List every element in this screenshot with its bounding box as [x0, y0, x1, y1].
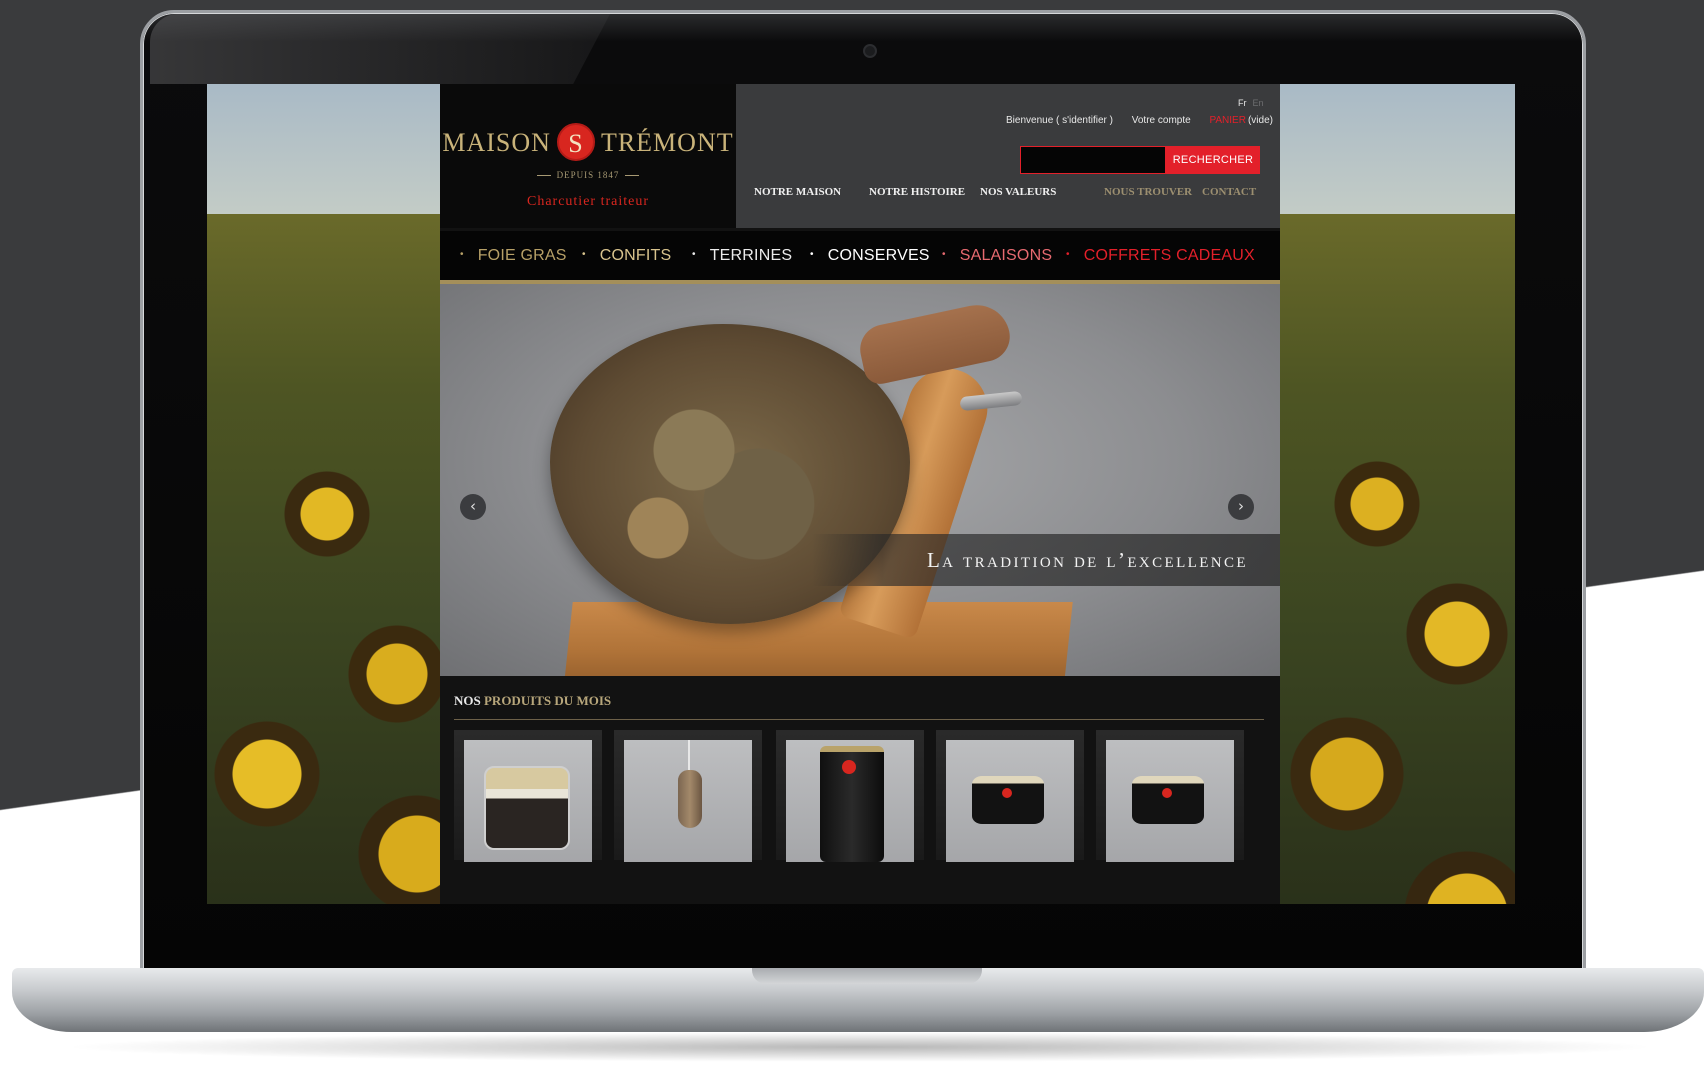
nav-contact[interactable]: CONTACT [1202, 186, 1256, 198]
account-link[interactable]: Votre compte [1132, 115, 1191, 126]
nav-notre-histoire[interactable]: NOTRE HISTOIRE [869, 186, 965, 198]
category-foie-gras[interactable]: • FOIE GRAS [460, 247, 567, 265]
logo-name-part1: MAISON [442, 127, 551, 157]
nav-nous-trouver[interactable]: NOUS TROUVER [1104, 186, 1192, 198]
main-nav: NOTRE MAISON NOTRE HISTOIRE NOS VALEURS … [754, 186, 1264, 206]
category-confits[interactable]: • CONFITS [582, 247, 671, 265]
bullet-icon: • [692, 249, 696, 260]
products-list [454, 730, 1264, 904]
logo-tagline: Charcutier traiteur [526, 194, 649, 209]
jar-icon [484, 766, 570, 850]
products-title-rest: PRODUITS DU MOIS [483, 693, 612, 708]
product-card[interactable] [936, 730, 1084, 862]
product-card[interactable] [1096, 730, 1244, 862]
product-image [464, 740, 592, 862]
nav-nos-valeurs[interactable]: NOS VALEURS [980, 186, 1056, 198]
slide-caption: La tradition de l’excellence [812, 534, 1280, 586]
category-coffrets-cadeaux[interactable]: • COFFRETS CADEAUX [1066, 247, 1255, 265]
laptop-screen: MAISON S TRÉMONT DEPUIS 1847 Charcutier tr… [207, 84, 1515, 904]
sausage-icon [678, 770, 702, 828]
product-card[interactable] [454, 730, 602, 862]
cart-link[interactable]: PANIER [1209, 115, 1246, 126]
logo-since: DEPUIS 1847 [440, 170, 736, 180]
cart-status: (vide) [1247, 115, 1273, 126]
logo[interactable]: MAISON S TRÉMONT DEPUIS 1847 Charcutier tr… [440, 84, 736, 228]
laptop-notch [752, 968, 982, 984]
product-image [786, 740, 914, 862]
login-link[interactable]: Bienvenue ( s'identifier ) [1006, 115, 1113, 126]
flat-can-icon [1132, 776, 1204, 824]
product-card[interactable] [614, 730, 762, 862]
category-salaisons[interactable]: • SALAISONS [942, 247, 1052, 265]
website: MAISON S TRÉMONT DEPUIS 1847 Charcutier tr… [440, 84, 1280, 904]
bullet-icon: • [810, 249, 814, 260]
search-button[interactable]: RECHERCHER [1166, 146, 1260, 174]
category-conserves[interactable]: • CONSERVES [810, 247, 930, 265]
bullet-icon: • [1066, 249, 1070, 260]
bullet-icon: • [460, 249, 464, 260]
bullet-icon: • [582, 249, 586, 260]
chevron-left-icon[interactable]: ‹ [460, 494, 486, 520]
language-en[interactable]: En [1253, 98, 1264, 108]
bullet-icon: • [942, 249, 946, 260]
language-fr[interactable]: Fr [1238, 98, 1247, 108]
language-switcher: Fr En [1238, 98, 1264, 108]
category-terrines[interactable]: • TERRINES [692, 247, 792, 265]
logo-seal-icon: S [556, 123, 595, 161]
hero-slider[interactable]: La tradition de l’excellence ‹ › [440, 284, 1280, 676]
product-image [624, 740, 752, 862]
logo-name-part2: TRÉMONT [600, 127, 734, 157]
product-card[interactable] [776, 730, 924, 862]
webcam-icon [863, 44, 877, 58]
site-header: MAISON S TRÉMONT DEPUIS 1847 Charcutier tr… [440, 84, 1280, 228]
chevron-right-icon[interactable]: › [1228, 494, 1254, 520]
account-links: Bienvenue ( s'identifier ) Votre compte … [1006, 115, 1273, 126]
category-nav: • FOIE GRAS • CONFITS • TERRINES • CONSERVES… [440, 228, 1280, 284]
product-image [946, 740, 1074, 862]
string-icon [688, 740, 690, 772]
ham-stand-base [563, 602, 1073, 676]
products-title-lead: NOS [454, 693, 481, 708]
lid-glare [150, 14, 610, 84]
logo-title: MAISON S TRÉMONT [440, 123, 736, 164]
nav-notre-maison[interactable]: NOTRE MAISON [754, 186, 841, 198]
search-input[interactable] [1020, 146, 1166, 174]
products-section-title: NOS PRODUITS DU MOIS [454, 688, 1264, 720]
flat-can-icon [972, 776, 1044, 824]
product-image [1106, 740, 1234, 862]
laptop-shadow [60, 1032, 1660, 1062]
tall-can-icon [820, 746, 884, 862]
